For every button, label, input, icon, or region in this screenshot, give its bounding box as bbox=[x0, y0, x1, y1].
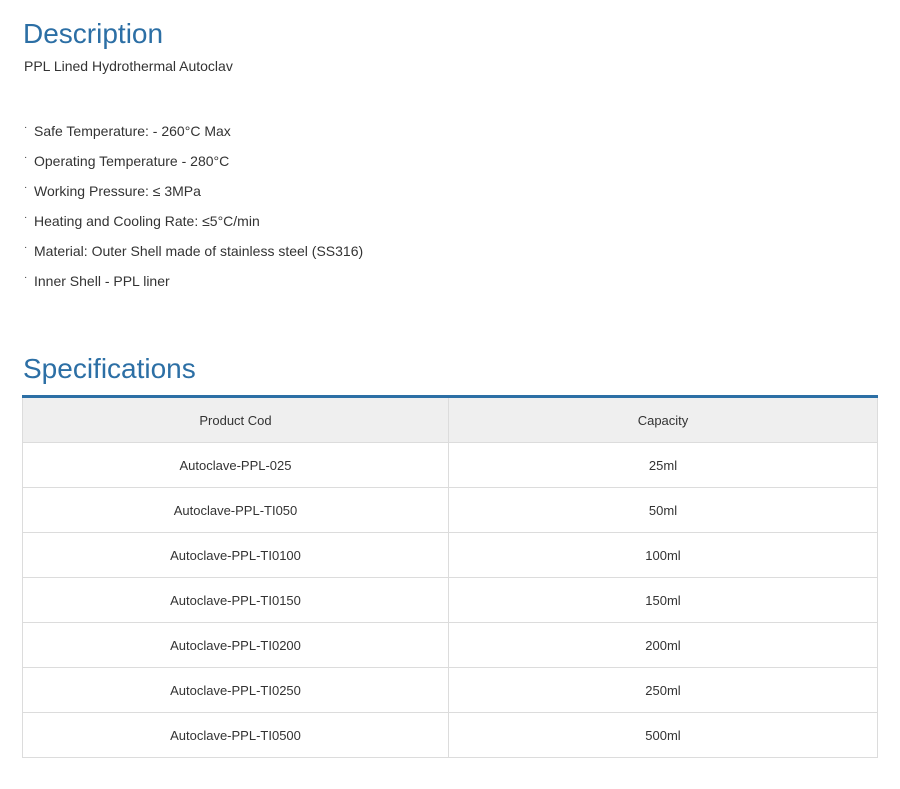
bullet-icon: · bbox=[24, 242, 28, 253]
product-code-cell: Autoclave-PPL-TI050 bbox=[22, 487, 449, 533]
feature-list: · Safe Temperature: - 260°C Max · Operatin… bbox=[24, 116, 363, 296]
product-code-cell: Autoclave-PPL-TI0500 bbox=[22, 712, 449, 758]
feature-text: Material: Outer Shell made of stainless … bbox=[34, 243, 364, 259]
feature-text: Operating Temperature - 280°C bbox=[34, 153, 230, 169]
column-header-capacity: Capacity bbox=[448, 396, 878, 443]
bullet-icon: · bbox=[24, 272, 28, 283]
feature-item: · Safe Temperature: - 260°C Max bbox=[24, 116, 363, 146]
column-header-product-code: Product Cod bbox=[22, 396, 449, 443]
feature-item: · Working Pressure: ≤ 3MPa bbox=[24, 176, 363, 206]
feature-text: Inner Shell - PPL liner bbox=[34, 273, 170, 289]
table-header-row: Product Cod Capacity bbox=[22, 396, 878, 443]
bullet-icon: · bbox=[24, 152, 28, 163]
feature-text: Heating and Cooling Rate: ≤5°C/min bbox=[34, 213, 260, 229]
table-row: Autoclave-PPL-TI0150 150ml bbox=[22, 577, 878, 623]
bullet-icon: · bbox=[24, 212, 28, 223]
product-code-cell: Autoclave-PPL-TI0200 bbox=[22, 622, 449, 668]
table-row: Autoclave-PPL-TI0250 250ml bbox=[22, 667, 878, 713]
capacity-cell: 50ml bbox=[448, 487, 878, 533]
feature-item: · Inner Shell - PPL liner bbox=[24, 266, 363, 296]
table-row: Autoclave-PPL-TI050 50ml bbox=[22, 487, 878, 533]
product-code-cell: Autoclave-PPL-025 bbox=[22, 442, 449, 488]
capacity-cell: 500ml bbox=[448, 712, 878, 758]
feature-text: Working Pressure: ≤ 3MPa bbox=[34, 183, 201, 199]
capacity-cell: 100ml bbox=[448, 532, 878, 578]
table-row: Autoclave-PPL-TI0500 500ml bbox=[22, 712, 878, 758]
description-title: Description bbox=[23, 18, 164, 49]
table-row: Autoclave-PPL-025 25ml bbox=[22, 442, 878, 488]
capacity-cell: 200ml bbox=[448, 622, 878, 668]
product-subtitle: PPL Lined Hydrothermal Autoclav bbox=[24, 58, 233, 74]
specifications-title: Specifications bbox=[23, 353, 196, 384]
feature-item: · Heating and Cooling Rate: ≤5°C/min bbox=[24, 206, 363, 236]
product-code-cell: Autoclave-PPL-TI0250 bbox=[22, 667, 449, 713]
feature-text: Safe Temperature: - 260°C Max bbox=[34, 123, 231, 139]
product-code-cell: Autoclave-PPL-TI0150 bbox=[22, 577, 449, 623]
product-code-cell: Autoclave-PPL-TI0100 bbox=[22, 532, 449, 578]
table-row: Autoclave-PPL-TI0100 100ml bbox=[22, 532, 878, 578]
bullet-icon: · bbox=[24, 122, 28, 133]
bullet-icon: · bbox=[24, 182, 28, 193]
table-row: Autoclave-PPL-TI0200 200ml bbox=[22, 622, 878, 668]
capacity-cell: 150ml bbox=[448, 577, 878, 623]
capacity-cell: 250ml bbox=[448, 667, 878, 713]
specifications-table: Product Cod Capacity Autoclave-PPL-025 2… bbox=[22, 395, 878, 758]
capacity-cell: 25ml bbox=[448, 442, 878, 488]
feature-item: · Material: Outer Shell made of stainless… bbox=[24, 236, 363, 266]
feature-item: · Operating Temperature - 280°C bbox=[24, 146, 363, 176]
